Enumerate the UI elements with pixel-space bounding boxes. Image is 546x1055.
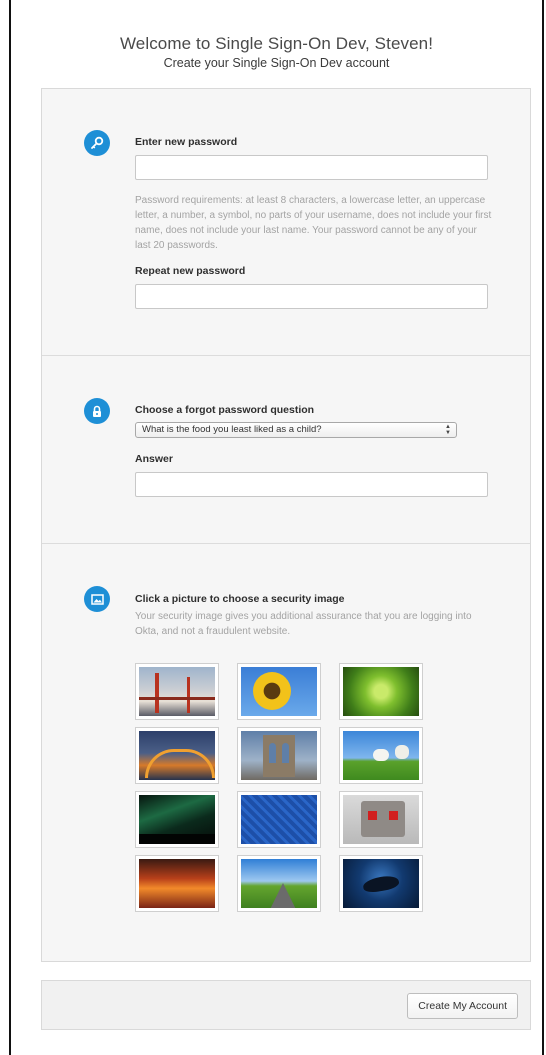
security-image-golden-gate-bridge[interactable] [135,663,219,720]
section-divider [42,543,530,544]
lock-icon [84,398,110,424]
password-label: Enter new password [135,136,238,148]
security-image-northern-lights[interactable] [135,791,219,848]
security-image-sheep-meadow[interactable] [339,727,423,784]
security-image-harbour-bridge-night[interactable] [135,727,219,784]
password-requirements: Password requirements: at least 8 charac… [135,195,492,251]
security-question-select[interactable]: What is the food you least liked as a ch… [135,422,457,438]
form-footer: Create My Account [41,980,531,1030]
security-image-description: Your security image gives you additional… [135,611,472,637]
page-subtitle: Create your Single Sign-On Dev account [163,56,390,70]
question-label: Choose a forgot password question [135,404,315,416]
section-divider [42,355,530,356]
security-image-open-road[interactable] [237,855,321,912]
key-icon [84,130,110,156]
security-image-robot-face[interactable] [339,791,423,848]
selected-question: What is the food you least liked as a ch… [142,424,322,435]
password-field[interactable] [135,155,488,180]
security-image-sunflower[interactable] [237,663,321,720]
signup-window: Welcome to Single Sign-On Dev, Steven! C… [9,0,544,1055]
security-image-circuit-board[interactable] [237,791,321,848]
answer-field[interactable] [135,472,488,497]
select-arrows-icon: ▲ ▼ [445,424,451,436]
security-image-brooklyn-bridge[interactable] [237,727,321,784]
answer-label: Answer [135,453,173,465]
repeat-password-field[interactable] [135,284,488,309]
image-icon [84,586,110,612]
security-image-manta-ray[interactable] [339,855,423,912]
page-title: Welcome to Single Sign-On Dev, Steven! [119,34,434,53]
account-setup-panel: Enter new password Password requirements… [41,88,531,962]
security-image-label: Click a picture to choose a security ima… [135,593,345,605]
security-image-succulent-plant[interactable] [339,663,423,720]
repeat-password-label: Repeat new password [135,265,246,277]
security-image-sunset-clouds[interactable] [135,855,219,912]
create-account-button[interactable]: Create My Account [407,993,518,1019]
